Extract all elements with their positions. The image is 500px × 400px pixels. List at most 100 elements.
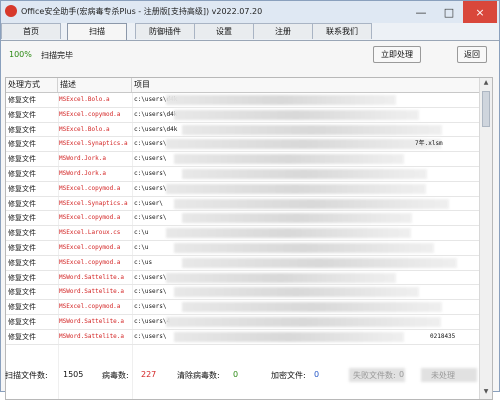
row-description: MSExcel.Synaptics.a (59, 140, 128, 148)
redacted-path (166, 95, 396, 105)
redacted-path (182, 213, 412, 224)
tab-home[interactable]: 首页 (1, 23, 61, 39)
row-description: MSWord.Sattelite.a (59, 332, 125, 340)
redacted-path (166, 272, 396, 283)
redacted-path (182, 124, 442, 135)
table-row[interactable]: 修复文件 MSWord.Sattelite.a c:\users\ 021843… (6, 330, 480, 345)
redacted-path (182, 257, 457, 268)
scan-status: 扫描完毕 (41, 51, 73, 60)
table-rows: 修复文件 MSExcel.Bolo.a c:\users\d4k 修复文件 MS… (6, 93, 480, 399)
app-window: Office安全助手(宏病毒专杀Plus - 注册版[支持高级]) v2022.… (0, 0, 500, 400)
row-description: MSExcel.copymod.a (59, 184, 121, 192)
minimize-button[interactable]: — (407, 1, 435, 23)
redacted-path (166, 139, 441, 150)
encrypted-count-value: 0 (314, 370, 320, 379)
table-row[interactable]: 修复文件 MSWord.Jork.a c:\users\ (6, 152, 480, 167)
header-item[interactable]: 项目 (132, 78, 480, 92)
row-action: 修复文件 (8, 125, 36, 134)
redacted-path (174, 331, 404, 342)
row-action: 修复文件 (8, 332, 36, 341)
table-row[interactable]: 修复文件 MSExcel.copymod.a c:\users\ (6, 300, 480, 315)
scroll-up-icon[interactable]: ▲ (482, 79, 490, 89)
row-action: 修复文件 (8, 273, 36, 282)
redacted-path (174, 287, 419, 298)
cleared-count-label: 清除病毒数: (177, 371, 220, 380)
row-description: MSWord.Jork.a (59, 155, 106, 163)
scanned-count-label: 扫描文件数: (5, 371, 48, 380)
redacted-path (182, 302, 442, 313)
row-action: 修复文件 (8, 258, 36, 267)
table-row[interactable]: 修复文件 MSWord.Jork.a c:\users\ (6, 167, 480, 182)
back-button[interactable]: 返回 (457, 46, 487, 63)
tab-register[interactable]: 注册 (253, 23, 313, 39)
encrypted-count-label: 加密文件: (271, 371, 306, 380)
cleared-count-value: 0 (233, 370, 239, 379)
header-description[interactable]: 描述 (58, 78, 132, 92)
redacted-path (174, 154, 404, 165)
process-now-button[interactable]: 立即处理 (373, 46, 421, 63)
row-action: 修复文件 (8, 317, 36, 326)
row-description: MSExcel.Bolo.a (59, 96, 110, 103)
table-header: 处理方式 描述 项目 (6, 78, 480, 93)
row-action: 修复文件 (8, 110, 36, 119)
row-path-suffix: 0218435 (430, 332, 456, 340)
row-action: 修复文件 (8, 199, 36, 208)
tab-scan[interactable]: 扫描 (67, 23, 127, 40)
table-row[interactable]: 修复文件 MSExcel.Synaptics.a c:\users\ 7年.xl… (6, 137, 480, 153)
progress-text: 100% (9, 50, 32, 59)
failed-count-label: 失败文件数: (353, 371, 396, 380)
table-row[interactable]: 修复文件 MSExcel.copymod.a c:\users\ (6, 182, 480, 197)
table-row[interactable]: 修复文件 MSExcel.Synaptics.a c:\user\ (6, 197, 480, 212)
window-controls: — □ × (407, 1, 497, 23)
table-row[interactable]: 修复文件 MSWord.Sattelite.a c:\users\ (6, 285, 480, 301)
tab-contact[interactable]: 联系我们 (312, 23, 372, 39)
row-description: MSWord.Sattelite.a (59, 288, 125, 296)
row-action: 修复文件 (8, 155, 36, 164)
scan-page: 100% 扫描完毕 立即处理 返回 处理方式 描述 项目 修复文件 MSExce… (1, 41, 499, 400)
redacted-path (174, 109, 419, 120)
tab-defense-plugins[interactable]: 防御插件 (135, 23, 195, 39)
scroll-thumb[interactable] (482, 91, 490, 127)
row-description: MSExcel.copymod.a (59, 243, 121, 251)
vertical-scrollbar[interactable]: ▲ ▼ (479, 78, 492, 399)
row-action: 修复文件 (8, 169, 36, 178)
close-button[interactable]: × (463, 1, 497, 23)
row-action: 修复文件 (8, 288, 36, 297)
window-title: Office安全助手(宏病毒专杀Plus - 注册版[支持高级]) v2022.… (21, 7, 263, 16)
table-row[interactable]: 修复文件 MSExcel.Laroux.cs c:\u (6, 226, 480, 241)
app-icon (5, 5, 17, 17)
row-description: MSExcel.Bolo.a (59, 125, 110, 133)
table-row[interactable]: 修复文件 MSWord.Sattelite.a c:\users\ (6, 271, 480, 286)
row-action: 修复文件 (8, 243, 36, 252)
table-row[interactable]: 修复文件 MSExcel.Bolo.a c:\users\d4k (6, 93, 480, 108)
redacted-path (174, 242, 434, 253)
redacted-path (166, 228, 411, 239)
row-description: MSExcel.copymod.a (59, 110, 121, 118)
failed-count-value: 0 (399, 370, 405, 379)
redacted-path (166, 183, 426, 194)
redacted-path (166, 316, 441, 327)
row-path-suffix: 7年.xlsm (415, 140, 443, 148)
maximize-button[interactable]: □ (435, 1, 463, 23)
row-action: 修复文件 (8, 303, 36, 312)
table-row[interactable]: 修复文件 MSExcel.copymod.a c:\u (6, 241, 480, 256)
table-row[interactable]: 修复文件 MSExcel.copymod.a c:\us (6, 256, 480, 271)
table-row[interactable]: 修复文件 MSExcel.Bolo.a c:\users\d4k (6, 123, 480, 138)
table-row[interactable]: 修复文件 MSWord.Sattelite.a c:\users\4 (6, 315, 480, 330)
row-action: 修复文件 (8, 229, 36, 238)
row-action: 修复文件 (8, 96, 36, 104)
row-action: 修复文件 (8, 184, 36, 193)
row-description: MSExcel.Laroux.cs (59, 229, 121, 237)
row-action: 修复文件 (8, 140, 36, 149)
scanned-count-value: 1505 (63, 370, 84, 379)
row-description: MSExcel.copymod.a (59, 214, 121, 222)
tab-settings[interactable]: 设置 (194, 23, 254, 39)
virus-count-label: 病毒数: (102, 371, 129, 380)
table-row[interactable]: 修复文件 MSExcel.copymod.a c:\users\d4k (6, 108, 480, 123)
row-description: MSExcel.Synaptics.a (59, 199, 128, 207)
table-row[interactable]: 修复文件 MSExcel.copymod.a c:\users\ (6, 211, 480, 227)
redacted-path (182, 168, 427, 179)
virus-count-value: 227 (141, 370, 157, 379)
header-action[interactable]: 处理方式 (6, 78, 58, 92)
row-description: MSWord.Jork.a (59, 169, 106, 177)
